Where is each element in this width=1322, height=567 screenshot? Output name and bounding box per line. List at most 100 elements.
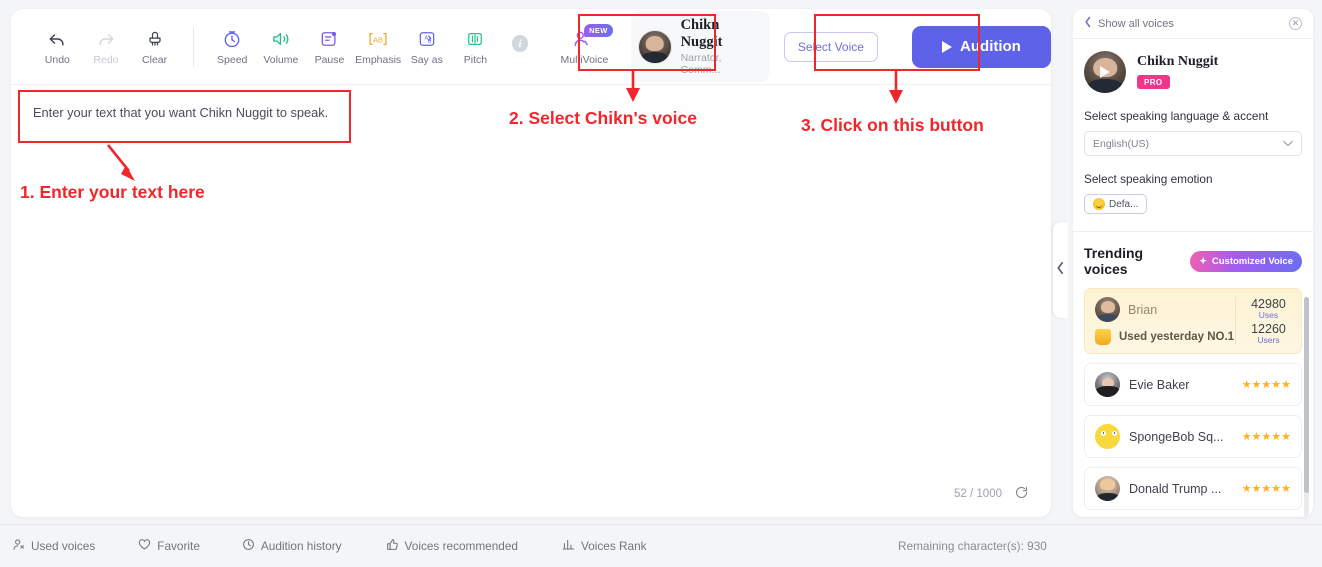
speed-label: Speed: [217, 53, 248, 66]
multivoice-button[interactable]: NEW MultiVoice: [554, 23, 614, 66]
clear-button[interactable]: Clear: [130, 28, 179, 66]
emphasis-icon: AB: [366, 28, 390, 50]
panel-scrollbar[interactable]: [1304, 297, 1309, 517]
scrollbar-thumb[interactable]: [1304, 297, 1309, 493]
thumbs-up-icon: [386, 538, 399, 554]
pause-icon: [319, 28, 339, 50]
text-editor-area[interactable]: Enter your text that you want Chikn Nugg…: [11, 85, 1051, 517]
bottom-bar: Used voices Favorite Audition history Vo…: [0, 524, 1322, 567]
say-as-button[interactable]: A B Say as: [402, 28, 451, 66]
annotation-text-2: 2. Select Chikn's voice: [509, 108, 697, 128]
info-icon[interactable]: i: [511, 35, 529, 52]
trending-header: Trending voices ✦ Customized Voice: [1084, 245, 1302, 277]
emphasis-label: Emphasis: [355, 53, 402, 66]
redo-icon: [96, 28, 116, 50]
speed-icon: [222, 28, 242, 50]
chevron-left-icon: [1084, 15, 1092, 33]
pitch-label: Pitch: [463, 53, 488, 66]
selected-voice-chip[interactable]: Chikn Nuggit Narrator, Comm...: [630, 10, 770, 83]
heart-icon: [138, 538, 151, 554]
panel-voice-avatar[interactable]: [1084, 51, 1126, 93]
svg-text:AB: AB: [373, 35, 383, 44]
uses-label: Uses: [1258, 309, 1279, 320]
uses-value: 42980: [1251, 297, 1286, 311]
featured-rank-row: Used yesterday NO.1: [1095, 329, 1235, 345]
trending-title: Trending voices: [1084, 245, 1144, 277]
new-badge: NEW: [584, 23, 613, 37]
audition-group: Audition: [911, 25, 1051, 68]
audition-history-button[interactable]: Audition history: [242, 538, 342, 554]
remaining-characters: Remaining character(s): 930: [898, 539, 1047, 553]
undo-label: Undo: [44, 53, 70, 66]
smiley-icon: [1093, 198, 1105, 210]
evie-avatar: [1095, 372, 1120, 397]
voices-rank-button[interactable]: Voices Rank: [562, 538, 647, 554]
customized-voice-button[interactable]: ✦ Customized Voice: [1190, 250, 1302, 272]
refresh-icon[interactable]: [1014, 485, 1029, 503]
annotation-text-1: 1. Enter your text here: [20, 182, 205, 202]
panel-header: Show all voices ✕: [1073, 9, 1313, 39]
chevron-down-icon: [1283, 138, 1293, 150]
used-voices-button[interactable]: Used voices: [12, 538, 95, 554]
voice-row: Evie Baker ★★★★★: [1085, 364, 1301, 405]
play-icon: [942, 40, 953, 53]
emphasis-button[interactable]: AB Emphasis: [354, 28, 403, 66]
voice-name: Donald Trump ...: [1129, 481, 1222, 496]
audition-button[interactable]: Audition: [911, 25, 1051, 68]
toolbar: Undo Redo Clear Speed Volume Pause AB Em…: [11, 9, 1051, 85]
emotion-chip[interactable]: Defa...: [1084, 194, 1148, 214]
volume-button[interactable]: Volume: [257, 28, 306, 66]
pro-badge: PRO: [1137, 75, 1170, 90]
uses-stat: 42980 Uses: [1251, 298, 1286, 319]
undo-button[interactable]: Undo: [33, 28, 82, 66]
redo-button[interactable]: Redo: [82, 28, 131, 66]
volume-label: Volume: [263, 53, 299, 66]
speed-button[interactable]: Speed: [208, 28, 257, 66]
selected-voice-subtitle: Narrator, Comm...: [680, 52, 722, 77]
voices-recommended-button[interactable]: Voices recommended: [386, 538, 518, 554]
featured-voice-name: Brian: [1128, 302, 1158, 317]
language-select[interactable]: English(US): [1084, 131, 1302, 156]
show-all-voices-button[interactable]: Show all voices: [1084, 15, 1174, 33]
customized-voice-label: Customized Voice: [1211, 255, 1293, 267]
say-as-icon: A B: [417, 28, 437, 50]
voices-rank-label: Voices Rank: [581, 539, 647, 553]
annotation-text-3: 3. Click on this button: [801, 115, 984, 135]
char-limit: 1000: [976, 488, 1002, 500]
rating-stars: ★★★★★: [1241, 379, 1291, 391]
voice-row: Donald Trump ... ★★★★★: [1085, 468, 1301, 509]
voice-row: SpongeBob Sq... ★★★★★: [1085, 416, 1301, 457]
pitch-icon: [465, 28, 485, 50]
voice-name: Evie Baker: [1129, 377, 1190, 392]
list-item[interactable]: Donald Trump ... ★★★★★: [1084, 467, 1302, 510]
char-count: 52: [954, 488, 967, 500]
featured-voice-info: Brian Used yesterday NO.1: [1085, 297, 1235, 345]
pitch-button[interactable]: Pitch: [451, 28, 500, 66]
favorite-button[interactable]: Favorite: [138, 538, 200, 554]
say-as-label: Say as: [410, 53, 443, 66]
char-counter-text: 52 / 1000: [954, 488, 1002, 500]
users-value: 12260: [1251, 322, 1286, 336]
featured-name-row: Brian: [1095, 297, 1235, 322]
voice-name: SpongeBob Sq...: [1129, 429, 1224, 444]
featured-voice-card[interactable]: Brian Used yesterday NO.1 42980 Uses 122…: [1084, 288, 1302, 354]
selected-voice-name: Chikn Nuggit: [680, 16, 723, 50]
panel-divider: [1073, 231, 1313, 232]
close-icon[interactable]: ✕: [1289, 17, 1302, 30]
list-item[interactable]: SpongeBob Sq... ★★★★★: [1084, 415, 1302, 458]
person-icon: [12, 538, 25, 554]
language-label: Select speaking language & accent: [1084, 109, 1269, 123]
toolbar-divider: [192, 26, 194, 67]
character-counter: 52 / 1000: [954, 485, 1029, 503]
pause-button[interactable]: Pause: [305, 28, 354, 66]
panel-voice-header: Chikn Nuggit PRO: [1084, 51, 1302, 93]
list-item[interactable]: Evie Baker ★★★★★: [1084, 363, 1302, 406]
used-voices-label: Used voices: [31, 539, 96, 553]
featured-stats: 42980 Uses 12260 Users: [1235, 297, 1301, 345]
select-voice-button[interactable]: Select Voice: [783, 31, 878, 62]
pause-label: Pause: [314, 53, 345, 66]
panel-collapse-handle[interactable]: [1053, 222, 1068, 318]
clear-label: Clear: [142, 53, 168, 66]
chevron-left-icon: [1056, 261, 1065, 280]
show-all-voices-label: Show all voices: [1098, 17, 1174, 30]
